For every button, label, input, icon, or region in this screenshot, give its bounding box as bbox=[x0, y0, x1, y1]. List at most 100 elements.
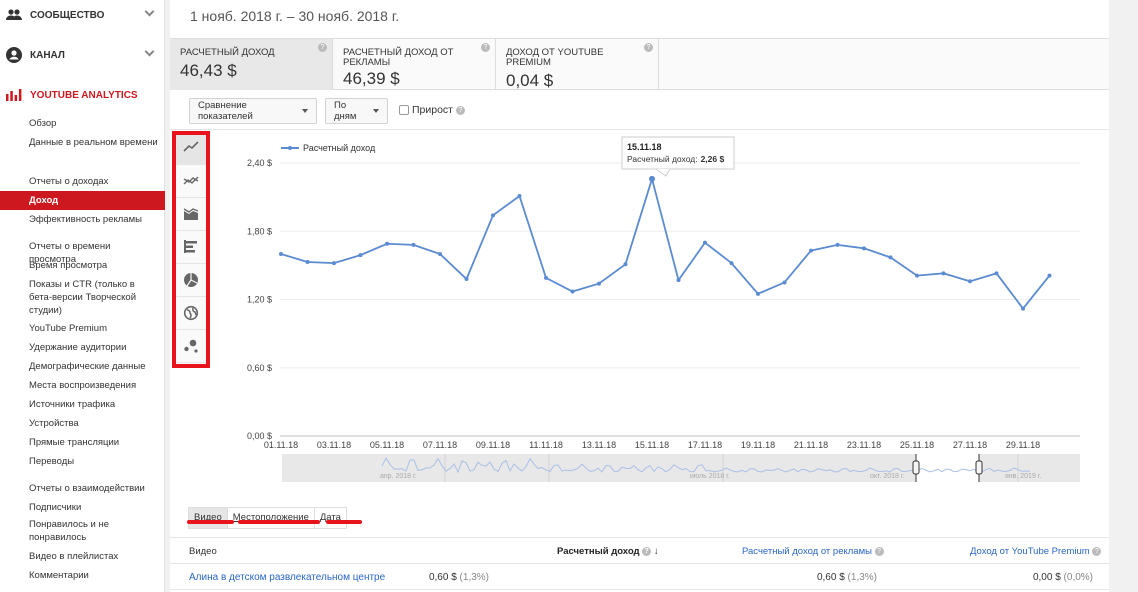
help-icon[interactable]: ? bbox=[642, 546, 652, 556]
column-header-ad-revenue[interactable]: Расчетный доход от рекламы ? bbox=[742, 546, 884, 557]
sidebar-item[interactable]: Устройства bbox=[0, 417, 165, 430]
help-icon[interactable]: ? bbox=[874, 546, 884, 556]
data-point[interactable] bbox=[649, 175, 655, 182]
data-point[interactable] bbox=[597, 281, 601, 286]
data-point[interactable] bbox=[332, 261, 336, 266]
sidebar-item[interactable]: Видео в плейлистах bbox=[0, 550, 165, 563]
chart-type-button[interactable] bbox=[175, 297, 207, 330]
sidebar-item[interactable]: Отчеты о доходах bbox=[0, 175, 165, 188]
chevron-down-icon[interactable] bbox=[144, 46, 155, 57]
sidebar-item[interactable]: Комментарии bbox=[0, 569, 165, 582]
bar-chart-icon bbox=[184, 240, 197, 253]
sidebar-section-community[interactable]: Сообщество bbox=[0, 3, 165, 27]
data-point[interactable] bbox=[438, 252, 442, 256]
data-point[interactable] bbox=[279, 252, 283, 256]
sidebar-item[interactable]: Источники трафика bbox=[0, 398, 165, 411]
data-point[interactable] bbox=[1047, 273, 1052, 278]
sidebar-item[interactable]: Прямые трансляции bbox=[0, 436, 165, 449]
data-point[interactable] bbox=[941, 271, 946, 276]
chart-type-button[interactable] bbox=[175, 264, 207, 297]
data-point[interactable] bbox=[703, 240, 707, 245]
data-point[interactable] bbox=[994, 271, 999, 276]
tab-location[interactable]: Местоположение bbox=[228, 508, 315, 528]
help-icon[interactable]: ? bbox=[318, 43, 327, 52]
data-point[interactable] bbox=[1021, 306, 1025, 311]
data-point[interactable] bbox=[835, 242, 840, 247]
chart-type-button[interactable] bbox=[175, 198, 207, 231]
cell-value: 0,60 $ bbox=[428, 572, 457, 583]
y-tick-label: 1,80 $ bbox=[247, 226, 272, 236]
help-icon[interactable]: ? bbox=[644, 43, 653, 52]
data-point[interactable] bbox=[411, 242, 416, 247]
sidebar-item[interactable]: Отчеты о взаимодействии bbox=[0, 482, 165, 495]
sidebar-item[interactable]: Удержание аудитории bbox=[0, 341, 165, 354]
column-header-revenue[interactable]: Расчетный доход ? ↓ bbox=[557, 546, 659, 557]
help-icon[interactable]: ? bbox=[481, 43, 490, 52]
help-icon[interactable]: ? bbox=[455, 105, 465, 115]
data-point[interactable] bbox=[623, 262, 628, 267]
data-point[interactable] bbox=[517, 193, 522, 198]
data-point[interactable] bbox=[464, 277, 469, 282]
data-point[interactable] bbox=[305, 259, 310, 264]
caret-down-icon bbox=[373, 109, 379, 113]
x-tick-label: 21.11.18 bbox=[794, 440, 828, 450]
data-point[interactable] bbox=[676, 278, 681, 283]
tab-video[interactable]: Видео bbox=[189, 508, 228, 528]
red-annotation-underline bbox=[238, 520, 320, 524]
sidebar-section-channel[interactable]: Канал bbox=[0, 43, 165, 67]
chevron-down-icon[interactable] bbox=[144, 6, 155, 17]
sidebar-item[interactable]: YouTube Premium bbox=[0, 322, 165, 335]
chart-type-button[interactable] bbox=[175, 165, 207, 198]
data-point[interactable] bbox=[915, 273, 919, 278]
time-range-navigator[interactable]: апр. 2018 г. июль 2018 г. окт. 2018 г. янв.… bbox=[282, 454, 1080, 482]
sidebar-item[interactable]: Эффективность рекламы bbox=[0, 213, 165, 226]
tooltip-label: Расчетный доход: bbox=[627, 154, 698, 164]
granularity-dropdown[interactable]: По дням bbox=[325, 98, 388, 124]
column-label: Расчетный доход bbox=[557, 546, 640, 557]
revenue-line-chart[interactable]: 0,00 $0,60 $1,20 $1,80 $2,40 $01.11.18 03… bbox=[170, 130, 1109, 500]
navigator-label: окт. 2018 г. bbox=[870, 473, 905, 480]
data-point[interactable] bbox=[888, 255, 893, 260]
navigator-handle[interactable] bbox=[912, 460, 920, 475]
data-point[interactable] bbox=[491, 213, 495, 218]
sidebar-item[interactable]: Демографические данные bbox=[0, 360, 165, 373]
data-point[interactable] bbox=[756, 291, 760, 296]
sidebar-item[interactable]: Обзор bbox=[0, 117, 165, 130]
tooltip-value: 2,26 $ bbox=[701, 154, 725, 164]
sidebar-item[interactable]: Понравилось и не понравилось bbox=[0, 518, 165, 544]
navigator-handle[interactable] bbox=[975, 460, 983, 475]
column-header-premium-revenue[interactable]: Доход от YouTube Premium ? bbox=[970, 546, 1102, 557]
sidebar-item[interactable]: Переводы bbox=[0, 455, 165, 468]
date-range[interactable]: 1 нояб. 2018 г. – 30 нояб. 2018 г. bbox=[190, 8, 399, 24]
data-point[interactable] bbox=[358, 253, 363, 258]
sort-down-arrow-icon[interactable]: ↓ bbox=[654, 546, 659, 557]
chart-type-button[interactable] bbox=[175, 330, 207, 363]
data-point[interactable] bbox=[809, 248, 813, 253]
data-point[interactable] bbox=[782, 280, 787, 285]
data-point[interactable] bbox=[729, 261, 734, 266]
metric-card-ad-revenue[interactable]: Расчетный доход от рекламы 46,39 $ ? bbox=[333, 39, 496, 90]
data-point[interactable] bbox=[385, 241, 389, 246]
metric-card-premium-revenue[interactable]: Доход от YouTube Premium 0,04 $ ? bbox=[496, 39, 659, 90]
video-title-link[interactable]: Алина в детском развлекательном центре bbox=[189, 572, 385, 583]
data-point[interactable] bbox=[570, 289, 575, 294]
data-point[interactable] bbox=[968, 279, 972, 284]
tab-date[interactable]: Дата bbox=[315, 508, 346, 528]
data-point[interactable] bbox=[544, 275, 548, 280]
cell-percent: (0,0%) bbox=[1063, 572, 1093, 583]
sidebar-item[interactable]: Данные в реальном времени bbox=[0, 136, 165, 149]
sidebar-item[interactable]: Места воспроизведения bbox=[0, 379, 165, 392]
compare-metrics-dropdown[interactable]: Сравнение показателей bbox=[189, 98, 317, 124]
help-icon[interactable]: ? bbox=[1092, 546, 1102, 556]
chart-type-button[interactable] bbox=[175, 132, 207, 165]
data-point[interactable] bbox=[862, 246, 866, 251]
sidebar-item[interactable]: Время просмотра bbox=[0, 259, 165, 272]
metric-card-estimated-revenue[interactable]: Расчетный доход 46,43 $ ? bbox=[170, 39, 333, 90]
sidebar-item[interactable]: Доход bbox=[0, 191, 165, 210]
sidebar-section-analytics[interactable]: YouTube Analytics bbox=[0, 83, 165, 107]
sidebar-item[interactable]: Подписчики bbox=[0, 501, 165, 514]
growth-checkbox[interactable] bbox=[399, 105, 409, 115]
chart-type-selector bbox=[175, 132, 207, 366]
sidebar-item[interactable]: Показы и CTR (только в бета-версии Творч… bbox=[0, 278, 165, 317]
chart-type-button[interactable] bbox=[175, 231, 207, 264]
